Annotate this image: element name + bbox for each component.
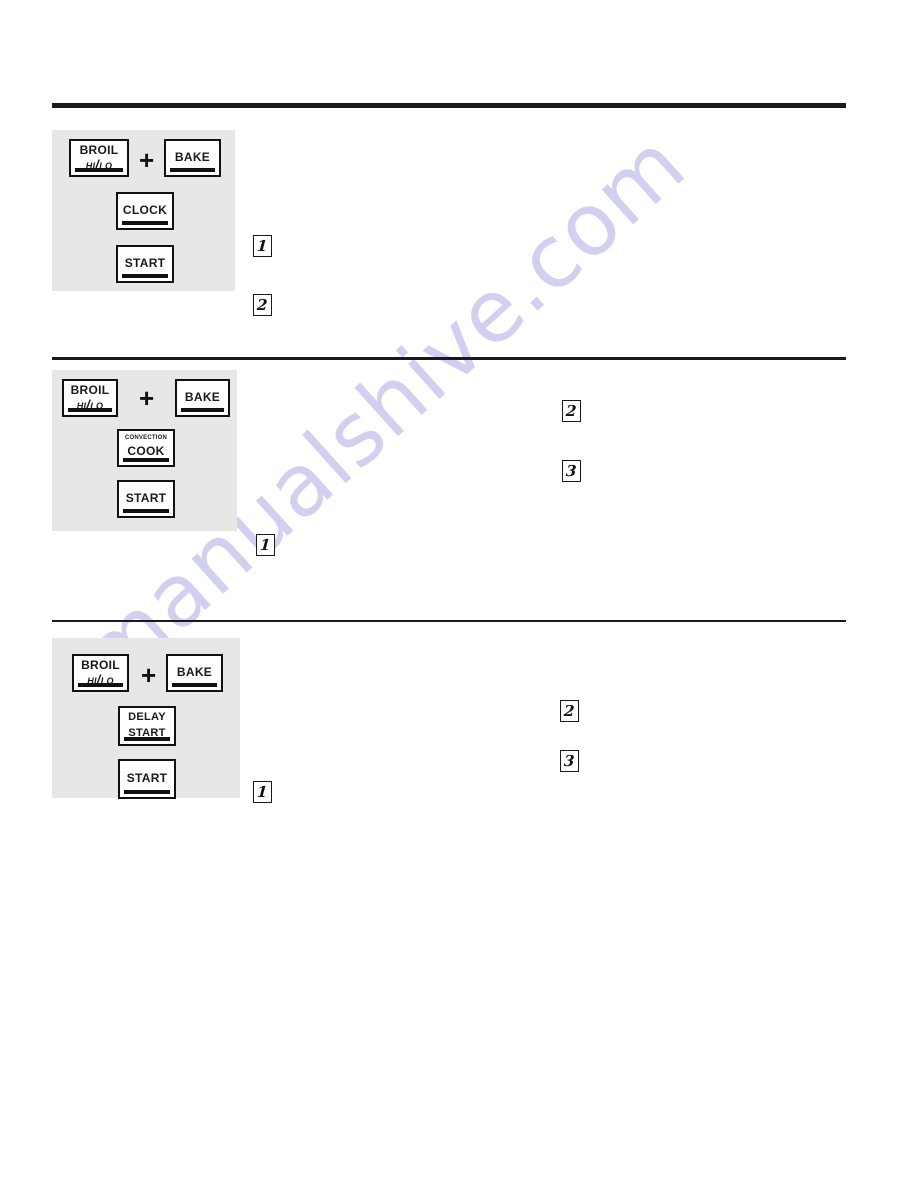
manual-page: manualshive.com Broil Hi/Lo + Bake Clock… bbox=[0, 0, 918, 1188]
step-marker-3-3: 3 bbox=[560, 750, 579, 772]
key-underline-bar bbox=[181, 408, 224, 412]
clock-key-label: Clock bbox=[122, 198, 168, 218]
bake-key-label: Bake bbox=[184, 385, 221, 405]
delay-start-key[interactable]: Delay Start bbox=[118, 706, 176, 746]
clock-key[interactable]: Clock bbox=[116, 192, 174, 230]
key-underline-bar bbox=[75, 168, 123, 172]
key-underline-bar bbox=[123, 458, 169, 462]
key-underline-bar bbox=[124, 790, 170, 794]
broil-hi-lo-key-label-main: Broil bbox=[79, 139, 119, 159]
bake-key[interactable]: Bake bbox=[164, 139, 221, 177]
plus-operator-3: + bbox=[141, 660, 157, 690]
key-underline-bar bbox=[124, 737, 170, 741]
convection-cook-key-label-bottom: Cook bbox=[127, 440, 165, 460]
step-marker-label: 3 bbox=[565, 461, 578, 480]
step-marker-2-2: 2 bbox=[562, 400, 581, 422]
bake-key-label: Bake bbox=[174, 145, 211, 165]
step-marker-2-1: 1 bbox=[256, 534, 275, 556]
key-underline-bar bbox=[78, 683, 123, 687]
start-key-label: Start bbox=[124, 251, 166, 271]
key-underline-bar bbox=[122, 221, 168, 225]
section-divider-1 bbox=[52, 103, 846, 108]
step-marker-2-3: 3 bbox=[562, 460, 581, 482]
start-key[interactable]: Start bbox=[116, 245, 174, 283]
delay-start-key-label-top: Delay bbox=[128, 707, 166, 725]
broil-hi-lo-key[interactable]: Broil Hi/Lo bbox=[72, 654, 129, 692]
key-underline-bar bbox=[68, 408, 112, 412]
plus-operator-1: + bbox=[139, 145, 155, 175]
broil-hi-lo-key-label-main: Broil bbox=[70, 379, 110, 399]
start-key[interactable]: Start bbox=[117, 480, 175, 518]
step-marker-3-2: 2 bbox=[560, 700, 579, 722]
step-marker-label: 1 bbox=[256, 782, 269, 801]
start-key-label: Start bbox=[126, 766, 168, 786]
step-marker-label: 1 bbox=[256, 236, 269, 255]
step-marker-label: 2 bbox=[563, 701, 576, 720]
bake-key[interactable]: Bake bbox=[175, 379, 230, 417]
bake-key-label: Bake bbox=[176, 660, 213, 680]
convection-cook-key[interactable]: Convection Cook bbox=[117, 429, 175, 467]
start-key-label: Start bbox=[125, 486, 167, 506]
section-divider-3 bbox=[52, 620, 846, 622]
step-marker-1-1: 1 bbox=[253, 235, 272, 257]
key-underline-bar bbox=[172, 683, 217, 687]
step-marker-label: 1 bbox=[259, 535, 272, 554]
step-marker-label: 3 bbox=[563, 751, 576, 770]
step-marker-label: 2 bbox=[565, 401, 578, 420]
section-divider-2 bbox=[52, 357, 846, 360]
plus-operator-2: + bbox=[139, 383, 155, 413]
step-marker-label: 2 bbox=[256, 295, 269, 314]
key-underline-bar bbox=[122, 274, 168, 278]
bake-key[interactable]: Bake bbox=[166, 654, 223, 692]
broil-hi-lo-key[interactable]: Broil Hi/Lo bbox=[69, 139, 129, 177]
key-underline-bar bbox=[170, 168, 215, 172]
broil-hi-lo-key-label-main: Broil bbox=[81, 654, 120, 674]
step-marker-1-2: 2 bbox=[253, 294, 272, 316]
broil-hi-lo-key[interactable]: Broil Hi/Lo bbox=[62, 379, 118, 417]
start-key[interactable]: Start bbox=[118, 759, 176, 799]
step-marker-3-1: 1 bbox=[253, 781, 272, 803]
key-underline-bar bbox=[123, 509, 169, 513]
